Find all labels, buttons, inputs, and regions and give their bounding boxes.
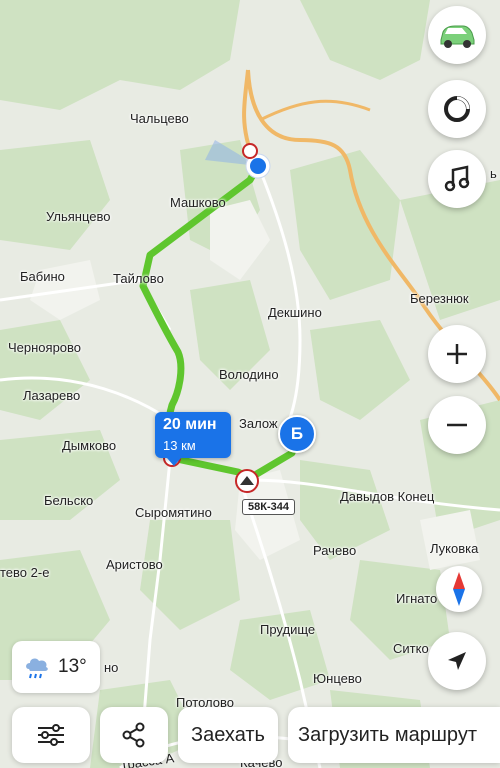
compass-button[interactable]	[436, 566, 482, 612]
alice-ring-icon	[444, 96, 470, 122]
music-button[interactable]	[428, 150, 486, 208]
place-label: Бельско	[44, 493, 94, 508]
place-label: Юнцево	[313, 671, 362, 686]
place-label: тево 2-е	[0, 565, 50, 580]
place-label: Черноярово	[8, 340, 82, 355]
minus-icon	[447, 423, 467, 427]
road-number-badge: 58К-344	[242, 499, 295, 515]
route-time: 20 мин	[163, 416, 217, 433]
place-label: но	[104, 660, 119, 675]
place-label: Чальцево	[130, 111, 189, 126]
load-route-label: Загрузить маршрут	[298, 723, 477, 746]
place-label: ь	[490, 166, 497, 181]
temperature: 13°	[58, 656, 87, 677]
load-route-button[interactable]: Загрузить маршрут	[288, 707, 500, 763]
place-label: Залож	[239, 416, 278, 431]
rain-cloud-icon	[26, 658, 48, 679]
stop-by-button[interactable]: Заехать	[178, 707, 278, 763]
navigation-arrow-icon	[448, 652, 466, 670]
zoom-in-button[interactable]	[428, 325, 486, 383]
place-label: Прудище	[260, 622, 316, 637]
place-label: Сыромятино	[135, 505, 212, 520]
alice-button[interactable]	[428, 80, 486, 138]
vehicle-button[interactable]	[428, 6, 486, 64]
car-icon	[440, 25, 475, 48]
place-label: Игнато	[396, 591, 438, 606]
route-distance: 13 км	[163, 438, 196, 453]
sliders-icon	[38, 724, 64, 746]
warning-sign-icon	[242, 143, 258, 159]
place-label: Рачево	[313, 543, 357, 558]
share-button[interactable]	[100, 707, 168, 763]
place-label: Давыдов Конец	[340, 489, 435, 504]
speed-bump-sign-icon	[235, 469, 259, 493]
weather-widget[interactable]: 13°	[12, 641, 100, 693]
place-label: Машково	[170, 195, 226, 210]
place-label: Дымково	[62, 438, 117, 453]
place-label: Луковка	[430, 541, 479, 556]
place-label: Ульянцево	[46, 209, 111, 224]
route-info-bubble[interactable]: 20 мин 13 км	[155, 412, 231, 466]
place-label: Тайлово	[113, 271, 164, 286]
place-label: Бабино	[20, 269, 65, 284]
destination-marker[interactable]: Б	[278, 415, 316, 453]
locate-button[interactable]	[428, 632, 486, 690]
music-note-icon	[444, 165, 470, 192]
stop-by-label: Заехать	[191, 723, 265, 746]
place-label: Лазарево	[23, 388, 81, 403]
share-icon	[122, 722, 145, 748]
place-label: Аристово	[106, 557, 163, 572]
place-label: Ситко	[393, 641, 429, 656]
place-label: Володино	[219, 367, 279, 382]
compass-icon	[453, 572, 465, 606]
plus-icon	[447, 344, 467, 364]
zoom-out-button[interactable]	[428, 396, 486, 454]
map-view[interactable]: Чальцево Машково Ульянцево Бабино Тайлов…	[0, 0, 500, 768]
place-label: Декшино	[268, 305, 322, 320]
place-label: Березнюк	[410, 291, 469, 306]
route-settings-button[interactable]	[12, 707, 90, 763]
